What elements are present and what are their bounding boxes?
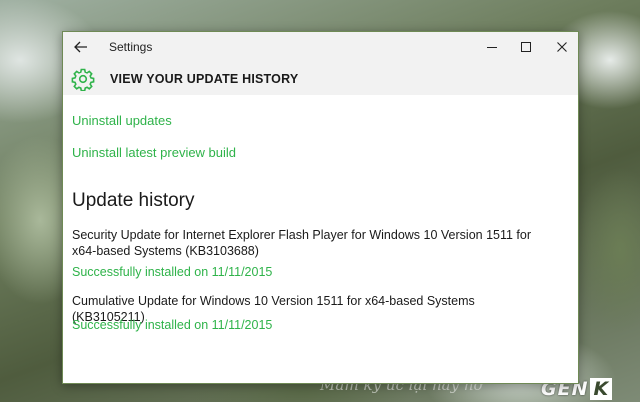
gear-icon: [71, 68, 95, 91]
minimize-icon: [487, 47, 497, 48]
update-item-name: Security Update for Internet Explorer Fl…: [72, 228, 532, 258]
close-button[interactable]: [545, 34, 579, 60]
title-bar: Settings VIEW YOUR UPDATE HISTORY: [63, 32, 578, 95]
update-history-heading: Update history: [72, 190, 195, 211]
update-item-status: Successfully installed on 11/11/2015: [72, 265, 273, 279]
window-title: Settings: [109, 40, 153, 54]
uninstall-updates-link[interactable]: Uninstall updates: [72, 113, 172, 128]
maximize-button[interactable]: [509, 34, 543, 60]
maximize-icon: [521, 42, 531, 52]
page-title: VIEW YOUR UPDATE HISTORY: [110, 72, 299, 86]
minimize-button[interactable]: [475, 34, 509, 60]
update-item-status: Successfully installed on 11/11/2015: [72, 318, 273, 332]
back-button[interactable]: [67, 36, 95, 58]
uninstall-preview-build-link[interactable]: Uninstall latest preview build: [72, 145, 236, 160]
close-icon: [557, 42, 567, 52]
settings-window: Settings VIEW YOUR UPDATE HISTORY Uninst…: [62, 31, 579, 384]
page-header: VIEW YOUR UPDATE HISTORY: [63, 63, 578, 95]
logo-k: K: [590, 378, 613, 400]
arrow-left-icon: [74, 41, 87, 53]
